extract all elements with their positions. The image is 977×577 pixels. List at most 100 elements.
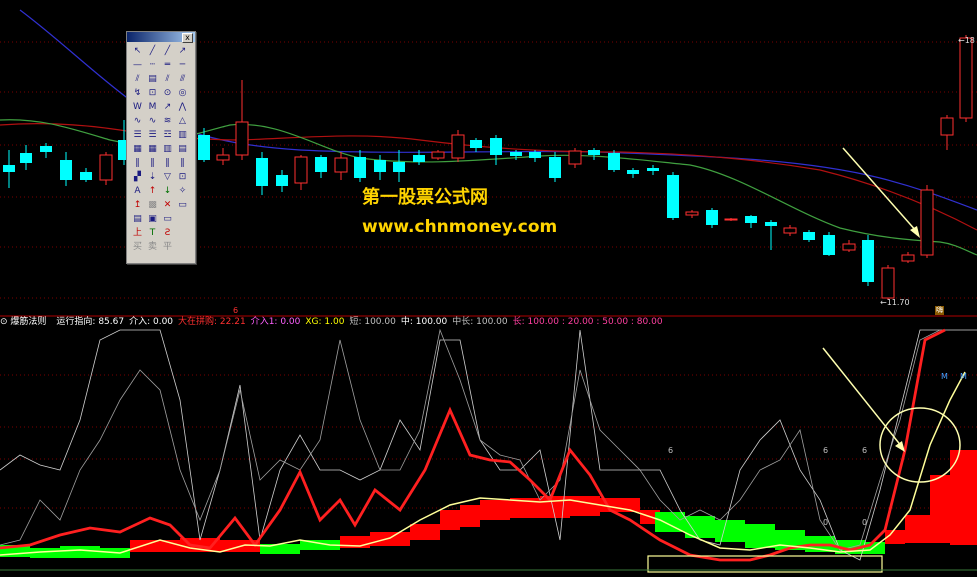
candle-body[interactable]: [588, 150, 600, 155]
candle-body[interactable]: [334, 157, 348, 173]
curve-icon[interactable]: ∿: [131, 115, 144, 128]
candle-body[interactable]: [783, 227, 797, 234]
candle-body[interactable]: [862, 240, 874, 282]
buy-text-icon[interactable]: 买: [131, 241, 144, 254]
candle-body[interactable]: [470, 140, 482, 148]
candle-body[interactable]: [256, 158, 268, 186]
toolbox-close-button[interactable]: x: [182, 33, 193, 43]
dashed-line-icon[interactable]: ┄: [146, 59, 159, 72]
curve2-icon[interactable]: ∿: [146, 115, 159, 128]
note-icon[interactable]: ▤: [131, 213, 144, 226]
candle-body[interactable]: [920, 189, 934, 256]
text-icon[interactable]: A: [131, 185, 144, 198]
vertical2-icon[interactable]: ‖: [146, 157, 159, 170]
candle-body[interactable]: [568, 150, 582, 165]
wave-m-icon[interactable]: M: [146, 101, 159, 114]
candle-body[interactable]: [667, 175, 679, 218]
wave-icon[interactable]: W: [131, 101, 144, 114]
candle-body[interactable]: [823, 235, 835, 255]
candle-body[interactable]: [294, 156, 308, 184]
candle-body[interactable]: [627, 170, 639, 174]
candle-body[interactable]: [765, 222, 777, 226]
toolbox-titlebar[interactable]: x: [127, 32, 195, 43]
candle-body[interactable]: [315, 157, 327, 172]
curve3-icon[interactable]: ≋: [161, 115, 174, 128]
candle-body[interactable]: [959, 37, 973, 119]
candle-body[interactable]: [608, 153, 620, 170]
candle-body[interactable]: [510, 152, 522, 156]
cycle-icon[interactable]: ↯: [131, 87, 144, 100]
candle-body[interactable]: [20, 153, 32, 163]
bars-icon[interactable]: ▦: [131, 143, 144, 156]
down-arrow-icon[interactable]: ⇣: [146, 171, 159, 184]
bars2-icon[interactable]: ▦: [146, 143, 159, 156]
parallel-icon[interactable]: ⫽: [131, 73, 144, 86]
candle-body[interactable]: [529, 152, 541, 158]
candle-body[interactable]: [99, 154, 113, 181]
line-icon[interactable]: ╱: [146, 45, 159, 58]
candle-body[interactable]: [647, 168, 659, 171]
candle-body[interactable]: [490, 138, 502, 155]
candle-body[interactable]: [80, 172, 92, 180]
candle-body[interactable]: [451, 134, 465, 159]
fan-line-icon[interactable]: ⫽: [161, 73, 174, 86]
cursor-icon[interactable]: ↖: [131, 45, 144, 58]
candle-body[interactable]: [901, 254, 915, 262]
box-icon[interactable]: ▣: [146, 213, 159, 226]
candle-body[interactable]: [706, 210, 718, 225]
frame-icon[interactable]: ⊡: [176, 171, 189, 184]
candle-body[interactable]: [803, 232, 815, 240]
panel-icon[interactable]: ▭: [161, 213, 174, 226]
vertical4-icon[interactable]: ‖: [176, 157, 189, 170]
sell-text-icon[interactable]: 卖: [146, 241, 159, 254]
fib3-icon[interactable]: ☲: [161, 129, 174, 142]
candle-body[interactable]: [235, 121, 249, 156]
drawing-toolbox[interactable]: x ↖ ╱ ╱ ↗ — ┄ ═ ─ ⫽ ▤ ⫽ ⫻ ↯ ⊡ ⊙ ◎ W M ↗ ⋀ ∿ ∿ ≋ △ ☰ ☰ ☲ ▥ ▦ ▦ ▥ ▤ ‖ ‖ ‖ ‖ ▞ ⇣…: [126, 31, 196, 264]
zigzag-icon[interactable]: ↗: [161, 101, 174, 114]
blank2-icon[interactable]: [176, 227, 189, 240]
spiral-icon[interactable]: ◎: [176, 87, 189, 100]
candle-body[interactable]: [60, 160, 72, 180]
grid-line-icon[interactable]: ⫻: [176, 73, 189, 86]
gray-box-icon[interactable]: ▩: [146, 199, 159, 212]
square-icon[interactable]: ⊡: [146, 87, 159, 100]
fib2-icon[interactable]: ☰: [146, 129, 159, 142]
candle-body[interactable]: [724, 218, 738, 221]
bars4-icon[interactable]: ▤: [176, 143, 189, 156]
extend-line-icon[interactable]: ─: [176, 59, 189, 72]
flat-text-icon[interactable]: 平: [161, 241, 174, 254]
candle-body[interactable]: [354, 157, 366, 178]
fib-icon[interactable]: ☰: [131, 129, 144, 142]
channel-icon[interactable]: ▤: [146, 73, 159, 86]
circle-icon[interactable]: ⊙: [161, 87, 174, 100]
flag-up-icon[interactable]: ↥: [131, 199, 144, 212]
sell-mark-icon[interactable]: T: [146, 227, 159, 240]
segment-icon[interactable]: ═: [161, 59, 174, 72]
down-arrow-green-icon[interactable]: ↓: [161, 185, 174, 198]
vertical3-icon[interactable]: ‖: [161, 157, 174, 170]
horizontal-line-icon[interactable]: —: [131, 59, 144, 72]
fib4-icon[interactable]: ▥: [176, 129, 189, 142]
peak-icon[interactable]: ⋀: [176, 101, 189, 114]
candle-body[interactable]: [685, 211, 699, 216]
candle-body[interactable]: [881, 267, 895, 299]
gann-icon[interactable]: ▞: [131, 171, 144, 184]
candle-body[interactable]: [842, 243, 856, 251]
candle-body[interactable]: [198, 135, 210, 160]
rect-icon[interactable]: ▭: [176, 199, 189, 212]
candle-body[interactable]: [549, 157, 561, 178]
candle-body[interactable]: [216, 154, 230, 161]
candle-body[interactable]: [40, 146, 52, 152]
candle-body[interactable]: [276, 175, 288, 186]
candle-body[interactable]: [393, 162, 405, 172]
ray-icon[interactable]: ╱: [161, 45, 174, 58]
candle-body[interactable]: [940, 117, 954, 136]
star-icon[interactable]: ✧: [176, 185, 189, 198]
hold-mark-icon[interactable]: Ƨ: [161, 227, 174, 240]
vertical-lines-icon[interactable]: ‖: [131, 157, 144, 170]
candle-body[interactable]: [374, 160, 386, 172]
buy-mark-icon[interactable]: 上: [131, 227, 144, 240]
blank3-icon[interactable]: [176, 241, 189, 254]
bars3-icon[interactable]: ▥: [161, 143, 174, 156]
candle-body[interactable]: [3, 165, 15, 172]
